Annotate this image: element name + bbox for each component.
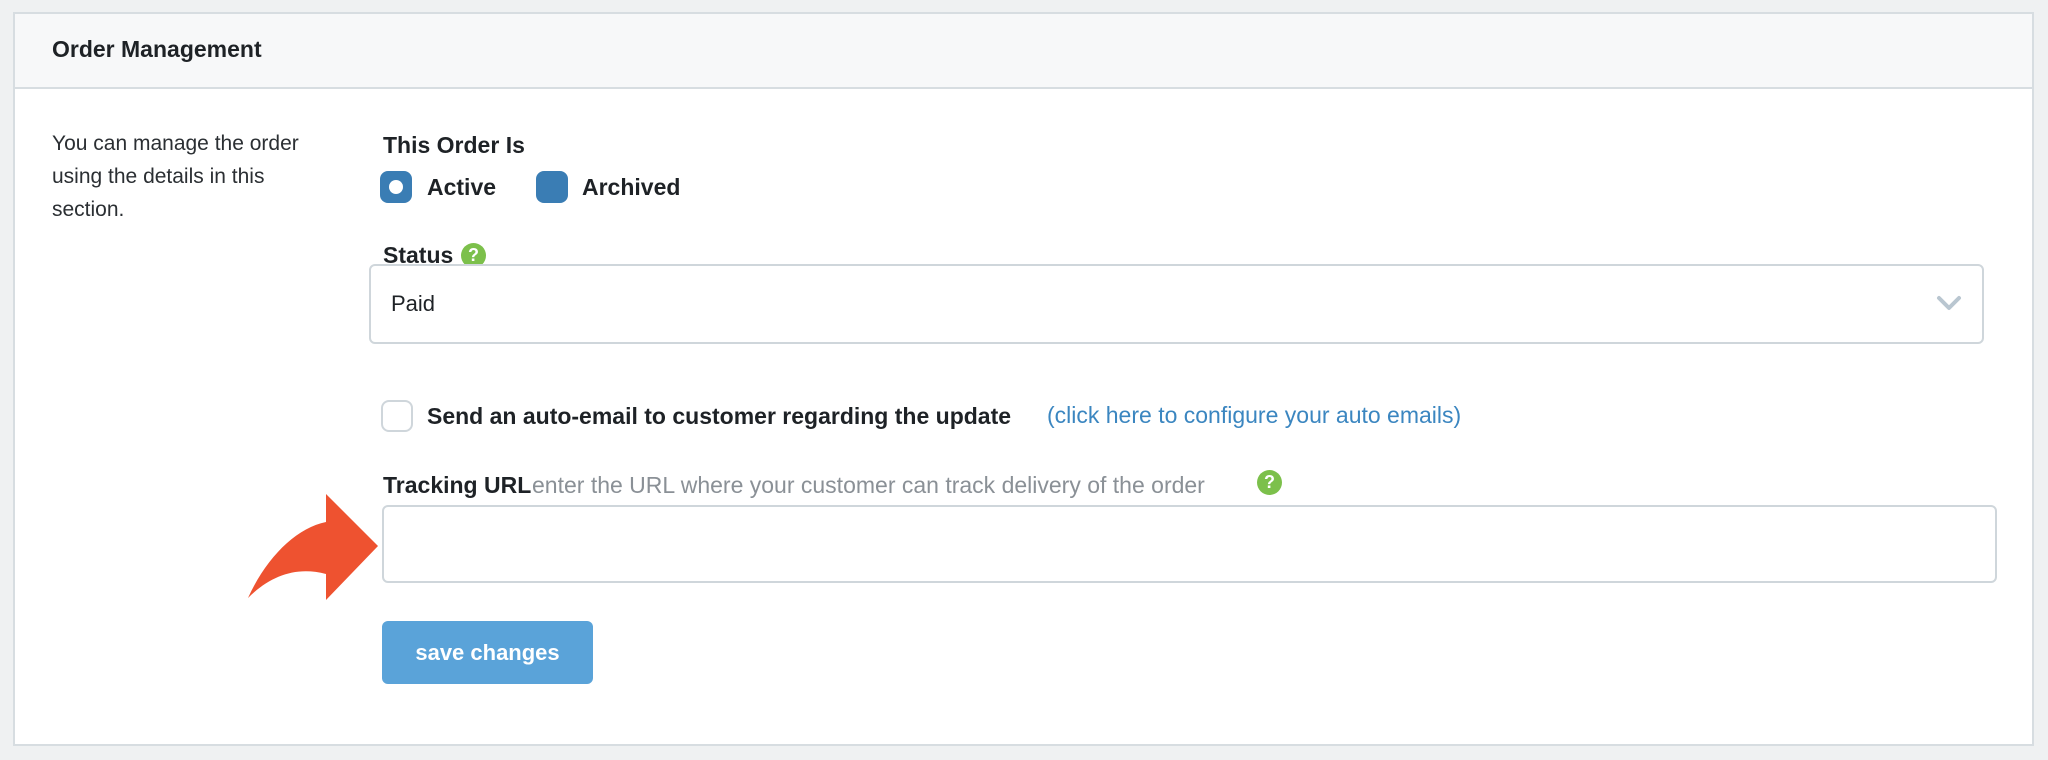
radio-archived[interactable] (536, 171, 568, 203)
curved-arrow-icon (248, 494, 378, 600)
status-select-value: Paid (391, 291, 436, 316)
auto-email-checkbox[interactable] (381, 400, 413, 432)
radio-active[interactable] (380, 171, 412, 203)
configure-auto-emails-link[interactable]: (click here to configure your auto email… (1047, 402, 1461, 429)
panel-title: Order Management (52, 36, 262, 62)
radio-selected-dot (389, 180, 403, 194)
order-management-panel: Order Management You can manage the orde… (13, 12, 2034, 746)
order-state-label: This Order Is (383, 132, 525, 158)
radio-archived-label[interactable]: Archived (582, 174, 680, 201)
panel-description: You can manage the order using the detai… (52, 132, 299, 221)
save-changes-button[interactable]: save changes (382, 621, 593, 684)
radio-active-label[interactable]: Active (427, 174, 496, 201)
status-select[interactable]: Paid (369, 264, 1984, 344)
panel-header: Order Management (15, 14, 2032, 89)
tracking-url-input[interactable] (382, 505, 1997, 583)
tracking-url-hint: enter the URL where your customer can tr… (532, 472, 1205, 498)
chevron-down-icon (1937, 296, 1961, 310)
tracking-url-label: Tracking URL (383, 472, 532, 498)
auto-email-label[interactable]: Send an auto-email to customer regarding… (427, 403, 1011, 430)
question-circle-icon[interactable]: ? (1257, 470, 1282, 495)
